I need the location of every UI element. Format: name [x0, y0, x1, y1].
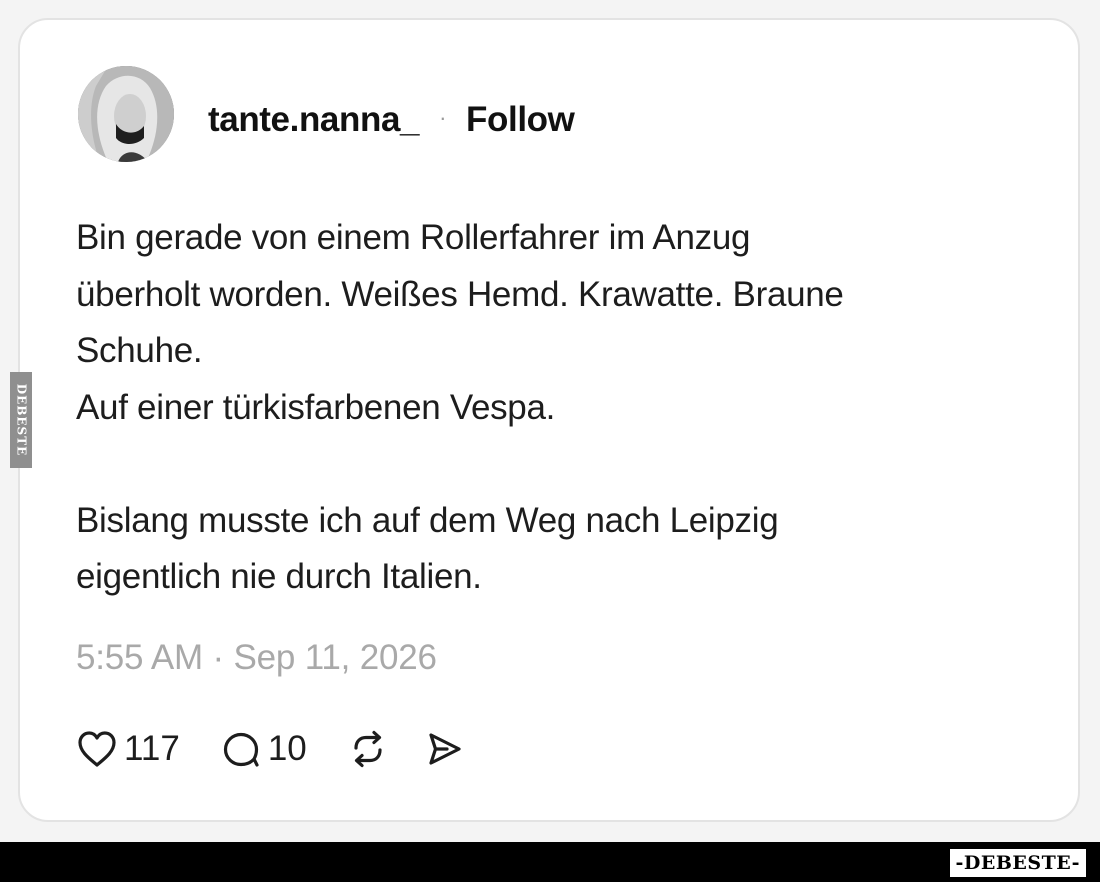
side-watermark: DEBESTE [10, 372, 32, 468]
footer-logo: -DEBESTE- [949, 849, 1086, 877]
post-card: tante.nanna_ · Follow Bin gerade von ein… [18, 18, 1080, 822]
follow-button[interactable]: Follow [466, 100, 575, 140]
comment-icon [223, 732, 259, 767]
like-count: 117 [124, 729, 180, 768]
post-text-line: Schuhe. [76, 331, 203, 370]
post-text-line: Bislang musste ich auf dem Weg nach Leip… [76, 500, 779, 540]
action-bar: 117 10 [76, 724, 465, 774]
footer-bar: -DEBESTE- [0, 842, 1100, 882]
side-watermark-text: DEBESTE [14, 383, 28, 457]
repost-button[interactable] [347, 729, 389, 769]
post-text-blank-line [76, 436, 1036, 493]
post-text-line: überholt worden. Weißes Hemd. Krawatte. … [76, 274, 844, 314]
avatar[interactable] [78, 66, 174, 162]
post-header: tante.nanna_ · Follow [208, 98, 575, 142]
comment-count: 10 [267, 729, 307, 768]
header-separator: · [439, 105, 447, 130]
like-button[interactable]: 117 [76, 729, 180, 769]
comment-button[interactable]: 10 [220, 729, 307, 769]
share-button[interactable] [423, 729, 465, 769]
post-timestamp: 5:55 AM · Sep 11, 2026 [76, 638, 437, 677]
post-text-line: Auf einer türkisfarbenen Vespa. [76, 387, 556, 427]
avatar-image [78, 66, 174, 162]
post-text-line: Bin gerade von einem Rollerfahrer im Anz… [76, 218, 751, 257]
post-text-line: eigentlich nie durch Italien. [76, 557, 482, 596]
username[interactable]: tante.nanna_ [208, 100, 419, 140]
heart-icon [78, 731, 116, 767]
share-icon [429, 733, 461, 765]
repost-icon [354, 730, 382, 768]
post-text: Bin gerade von einem Rollerfahrer im Anz… [76, 210, 1036, 606]
